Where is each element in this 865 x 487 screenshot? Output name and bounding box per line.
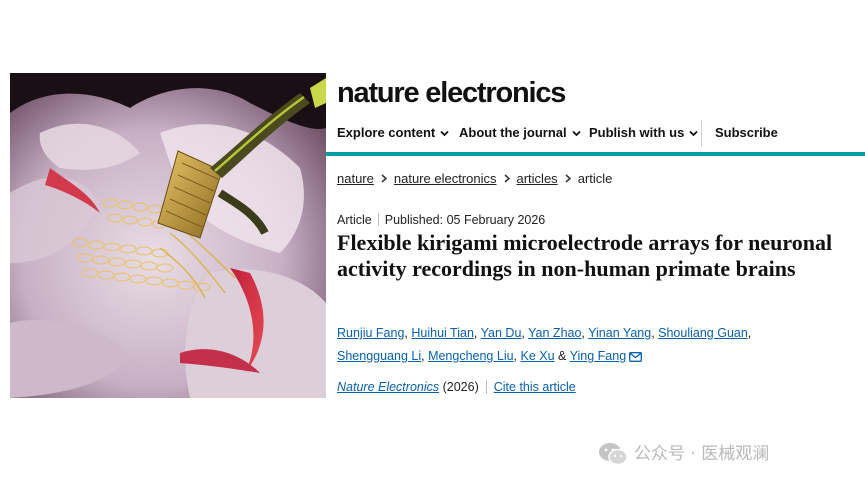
article-type: Article xyxy=(337,213,372,227)
nav-about-journal[interactable]: About the journal xyxy=(459,125,581,141)
breadcrumb-nature[interactable]: nature xyxy=(337,171,374,186)
citation-divider xyxy=(485,380,487,394)
corresponding-author-link[interactable]: Ying Fang xyxy=(570,349,627,363)
nav-publish-with-us[interactable]: Publish with us xyxy=(589,125,698,141)
author-link[interactable]: Mengcheng Liu xyxy=(428,349,513,363)
site-logo[interactable]: nature electronics xyxy=(337,76,566,110)
mail-icon[interactable] xyxy=(629,347,643,370)
article-hero-image xyxy=(10,73,326,398)
chevron-down-icon xyxy=(440,125,449,141)
main-nav: Explore content About the journal Publis… xyxy=(326,117,865,156)
author-link[interactable]: Yan Zhao xyxy=(528,326,581,340)
cite-this-article-link[interactable]: Cite this article xyxy=(494,380,576,394)
author-link[interactable]: Yinan Yang xyxy=(588,326,651,340)
nav-explore-content[interactable]: Explore content xyxy=(337,125,449,141)
chevron-right-icon xyxy=(381,172,388,188)
author-link[interactable]: Huihui Tian xyxy=(411,326,474,340)
breadcrumb-articles[interactable]: articles xyxy=(517,171,558,186)
author-link[interactable]: Ke Xu xyxy=(521,349,555,363)
chevron-right-icon xyxy=(504,172,510,188)
wechat-icon xyxy=(599,443,628,466)
watermark-text: 公众号 · 医械观澜 xyxy=(634,444,770,464)
author-link[interactable]: Shouliang Guan xyxy=(658,326,748,340)
author-list: Runjiu Fang, Huihui Tian, Yan Du, Yan Zh… xyxy=(337,322,807,370)
citation-year: (2026) xyxy=(442,380,479,394)
published-date: Published: 05 February 2026 xyxy=(384,213,546,227)
nav-about-journal-label: About the journal xyxy=(459,125,567,140)
author-link[interactable]: Shengguang Li xyxy=(337,349,421,363)
journal-link[interactable]: Nature Electronics xyxy=(337,380,439,394)
meta-divider xyxy=(377,213,379,226)
author-link[interactable]: Yan Du xyxy=(481,326,522,340)
breadcrumb-nature-electronics[interactable]: nature electronics xyxy=(394,171,497,186)
chevron-down-icon xyxy=(571,125,581,141)
nav-publish-with-us-label: Publish with us xyxy=(589,125,685,140)
nav-explore-content-label: Explore content xyxy=(337,125,436,140)
nav-divider xyxy=(701,120,702,147)
breadcrumb-current: article xyxy=(577,171,613,186)
article-meta: Article Published: 05 February 2026 xyxy=(337,212,545,228)
watermark: 公众号 · 医械观澜 xyxy=(598,440,769,468)
subscribe-link[interactable]: Subscribe xyxy=(715,125,778,141)
chevron-right-icon xyxy=(565,172,571,188)
author-link[interactable]: Runjiu Fang xyxy=(337,326,404,340)
article-title: Flexible kirigami microelectrode arrays … xyxy=(337,230,833,281)
citation-line: Nature Electronics (2026) Cite this artic… xyxy=(337,379,576,395)
chevron-down-icon xyxy=(689,125,698,141)
breadcrumb: nature nature electronics articles article xyxy=(337,171,612,188)
